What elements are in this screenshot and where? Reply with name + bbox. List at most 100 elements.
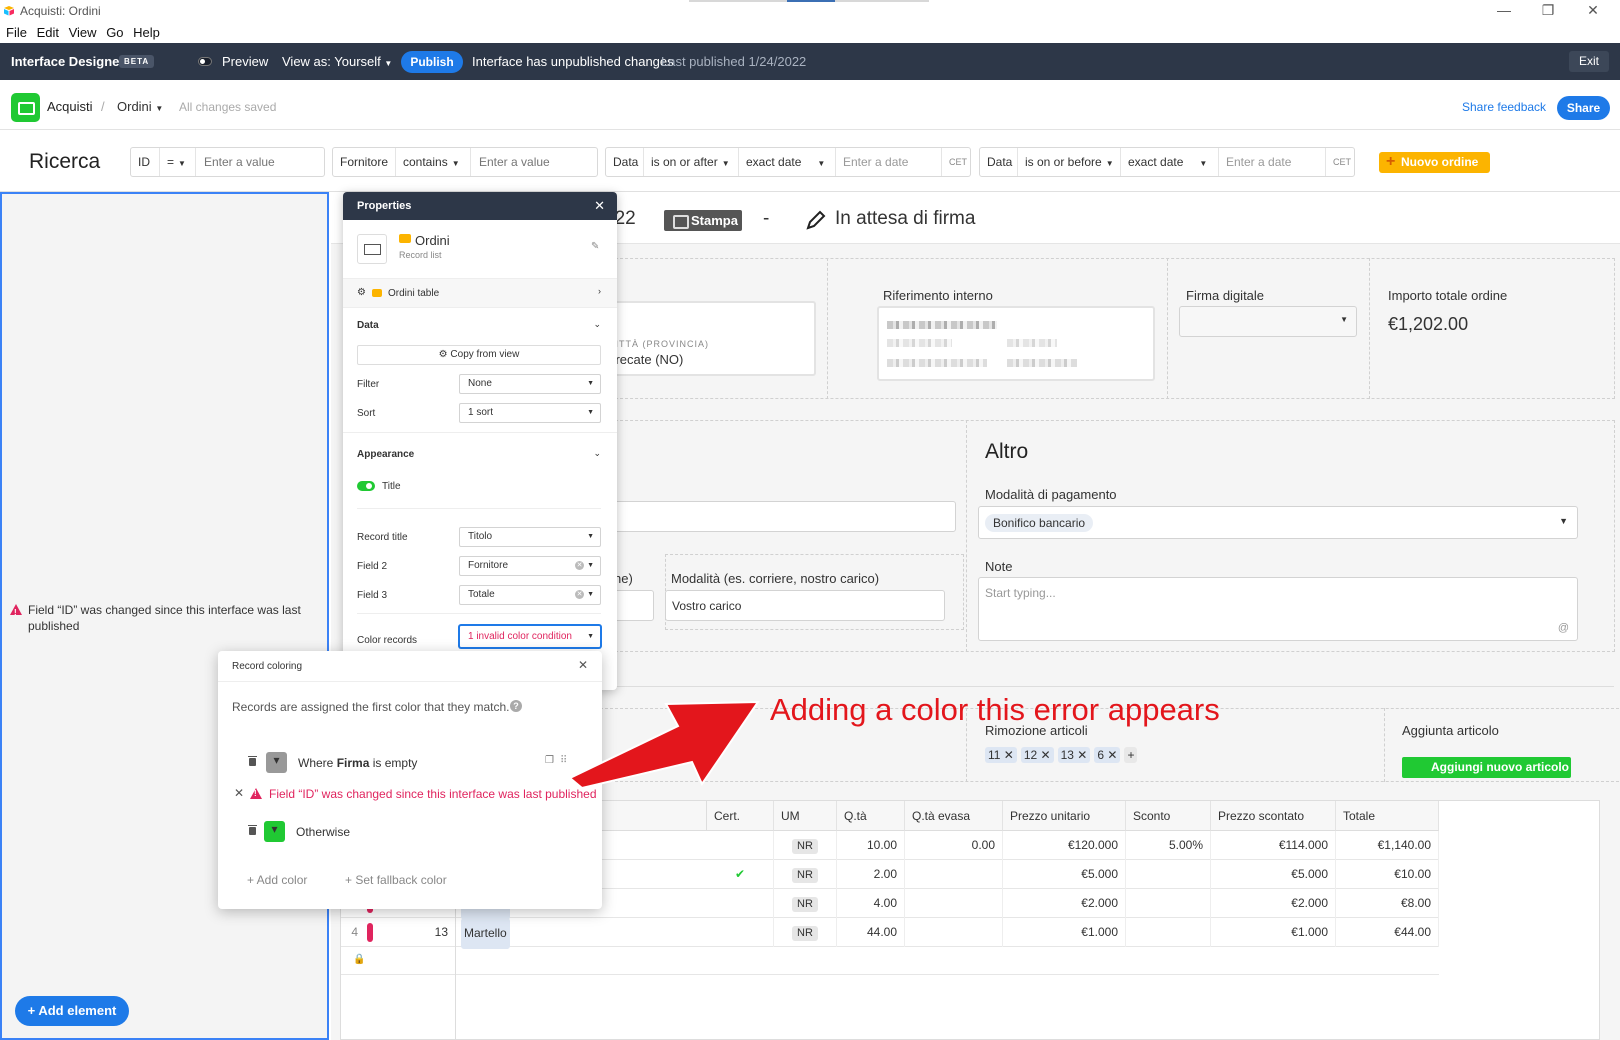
chevron-down-icon[interactable]: ⌄ <box>593 319 601 330</box>
cell-totale[interactable]: €44.00 <box>1336 918 1439 947</box>
cell-scontato[interactable]: €5.000 <box>1211 860 1336 889</box>
cell-prezzo[interactable]: €1.000 <box>1003 918 1126 947</box>
address-field[interactable] <box>600 501 956 532</box>
trash-icon[interactable] <box>248 756 257 766</box>
menu-file[interactable]: File <box>6 25 27 40</box>
record-title-select[interactable]: Titolo ▼ <box>459 527 601 547</box>
cell-um[interactable]: NR <box>774 860 837 889</box>
col-qta-evasa[interactable]: Q.tà evasa <box>905 801 1003 831</box>
help-icon[interactable]: ? <box>510 700 522 712</box>
add-color-button[interactable]: + Add color <box>247 873 307 887</box>
cell-um[interactable]: NR <box>774 889 837 918</box>
table-row[interactable]: 4 13 Martello NR 44.00 €1.000 €1.000 €44.00 <box>341 918 1439 949</box>
add-article-button[interactable]: Aggiungi nuovo articolo <box>1402 757 1571 778</box>
title-toggle[interactable] <box>357 481 375 491</box>
drag-handle-icon[interactable]: ⠿ <box>560 755 567 766</box>
col-cert[interactable]: Cert. <box>707 801 774 831</box>
share-feedback-link[interactable]: Share feedback <box>1462 100 1546 114</box>
menu-help[interactable]: Help <box>133 25 160 40</box>
cell-cert[interactable]: ✔ <box>707 860 774 889</box>
tag-item[interactable]: 11 ✕ <box>985 747 1017 763</box>
duplicate-icon[interactable]: ❐ <box>545 755 554 766</box>
data-after-input[interactable]: Enter a date <box>836 148 941 176</box>
minimize-icon[interactable]: — <box>1489 2 1519 18</box>
col-qta[interactable]: Q.tà <box>837 801 905 831</box>
close-icon[interactable]: ✕ <box>594 192 605 220</box>
color-picker-green[interactable] <box>264 821 285 842</box>
share-button[interactable]: Share <box>1557 96 1610 120</box>
cell-evasa[interactable]: 0.00 <box>905 831 1003 860</box>
cell-cert[interactable] <box>707 918 774 947</box>
fornitore-filter-input[interactable] <box>472 148 595 176</box>
cell-prezzo[interactable]: €5.000 <box>1003 860 1126 889</box>
tag-item[interactable]: 13 ✕ <box>1057 747 1091 763</box>
data-after-operator[interactable]: is on or after ▼ <box>644 148 739 176</box>
cell-cert[interactable] <box>707 889 774 918</box>
cell-totale[interactable]: €10.00 <box>1336 860 1439 889</box>
cell-qta[interactable]: 44.00 <box>837 918 905 947</box>
publish-button[interactable]: Publish <box>401 51 463 73</box>
note-field[interactable]: Start typing... @ <box>978 577 1578 641</box>
tag-item[interactable]: 12 ✕ <box>1020 747 1054 763</box>
cell-sconto[interactable] <box>1126 889 1211 918</box>
breadcrumb-page[interactable]: Ordini ▼ <box>117 99 163 114</box>
source-row[interactable]: ⚙ Ordini table › <box>343 278 617 308</box>
col-um[interactable]: UM <box>774 801 837 831</box>
data-after-mode[interactable]: exact date ▼ <box>739 148 836 176</box>
base-icon[interactable] <box>11 93 40 122</box>
preview-toggle[interactable] <box>198 57 212 66</box>
menu-edit[interactable]: Edit <box>37 25 59 40</box>
cell-sconto[interactable]: 5.00% <box>1126 831 1211 860</box>
chevron-down-icon[interactable]: ⌄ <box>593 448 601 459</box>
shipping-input[interactable]: Vostro carico <box>665 590 945 621</box>
close-icon[interactable]: ✕ <box>578 658 588 672</box>
cell-qta[interactable]: 10.00 <box>837 831 905 860</box>
payment-select[interactable]: Bonifico bancario ▼ <box>978 506 1578 539</box>
color-records-select[interactable]: 1 invalid color condition ▼ <box>459 625 601 648</box>
copy-from-view-button[interactable]: ⚙ Copy from view <box>357 345 601 365</box>
cell-cert[interactable] <box>707 831 774 860</box>
cell-um[interactable]: NR <box>774 918 837 947</box>
tag-item[interactable]: 6 ✕ <box>1094 747 1121 763</box>
id-filter-input[interactable] <box>197 148 322 176</box>
cell-um[interactable]: NR <box>774 831 837 860</box>
cell-scontato[interactable]: €114.000 <box>1211 831 1336 860</box>
add-element-button[interactable]: + Add element <box>15 996 129 1026</box>
cell-scontato[interactable]: €1.000 <box>1211 918 1336 947</box>
cell-prezzo[interactable]: €2.000 <box>1003 889 1126 918</box>
col-sconto[interactable]: Sconto <box>1126 801 1211 831</box>
data-section[interactable]: Data <box>357 320 379 331</box>
edit-icon[interactable]: ✎ <box>591 241 599 252</box>
fornitore-filter-operator[interactable]: contains ▼ <box>396 148 471 176</box>
sign-select[interactable]: ▼ <box>1179 306 1357 337</box>
add-row[interactable]: 🔒 <box>341 947 1439 975</box>
new-order-button[interactable]: Nuovo ordine <box>1379 151 1490 173</box>
preview-label[interactable]: Preview <box>222 54 268 69</box>
menu-view[interactable]: View <box>69 25 97 40</box>
id-filter-operator[interactable]: = ▼ <box>160 148 196 176</box>
cell-sconto[interactable] <box>1126 860 1211 889</box>
col-prezzo-scontato[interactable]: Prezzo scontato <box>1211 801 1336 831</box>
rule1-condition[interactable]: Where Firma is empty <box>298 756 417 770</box>
trash-icon[interactable] <box>248 825 257 835</box>
data-before-operator[interactable]: is on or before ▼ <box>1018 148 1121 176</box>
mention-icon[interactable]: @ <box>1558 622 1569 634</box>
breadcrumb-app[interactable]: Acquisti <box>47 99 93 114</box>
cell-qta[interactable]: 2.00 <box>837 860 905 889</box>
cell-evasa[interactable] <box>905 918 1003 947</box>
menu-go[interactable]: Go <box>106 25 123 40</box>
field2-select[interactable]: Fornitore ✕ ▼ <box>459 556 601 576</box>
cell-sconto[interactable] <box>1126 918 1211 947</box>
cell-qta[interactable]: 4.00 <box>837 889 905 918</box>
cell-totale[interactable]: €1,140.00 <box>1336 831 1439 860</box>
filter-select[interactable]: None ▼ <box>459 374 601 394</box>
cell-scontato[interactable]: €2.000 <box>1211 889 1336 918</box>
field3-select[interactable]: Totale ✕ ▼ <box>459 585 601 605</box>
exit-button[interactable]: Exit <box>1569 51 1609 72</box>
sort-select[interactable]: 1 sort ▼ <box>459 403 601 423</box>
cell-evasa[interactable] <box>905 889 1003 918</box>
view-as-dropdown[interactable]: View as: Yourself ▼ <box>282 54 392 69</box>
color-picker-grey[interactable] <box>266 752 287 773</box>
col-prezzo-unitario[interactable]: Prezzo unitario <box>1003 801 1126 831</box>
record-list-panel[interactable]: Field “ID” was changed since this interf… <box>0 192 329 1040</box>
